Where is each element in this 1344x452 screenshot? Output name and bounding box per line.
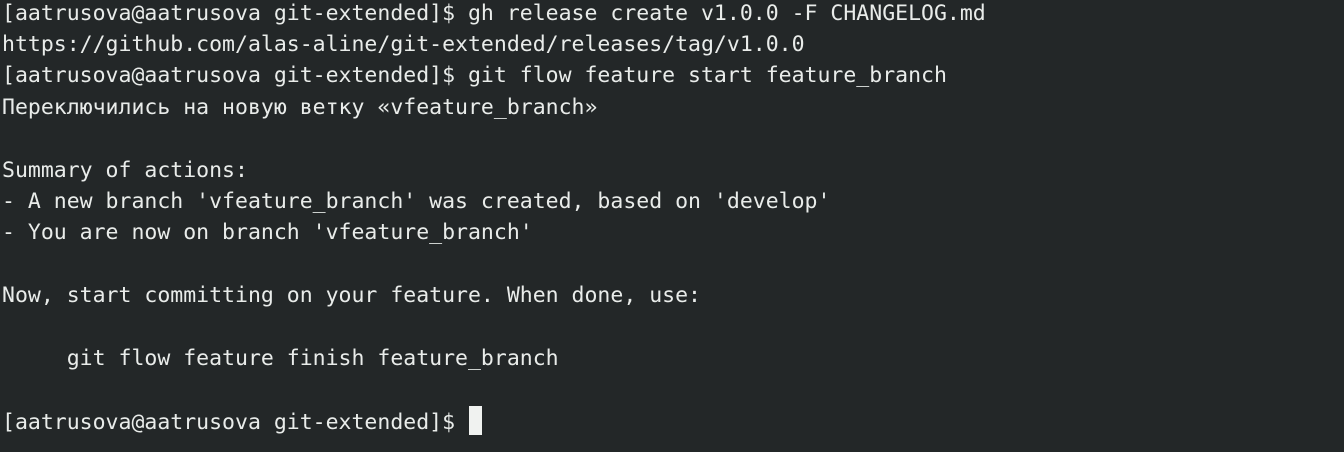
- terminal-prompt-line[interactable]: [aatrusova@aatrusova git-extended]$: [2, 406, 482, 437]
- terminal-line-release-url: https://github.com/alas-aline/git-extend…: [2, 32, 805, 57]
- terminal-line-instructions: Now, start committing on your feature. W…: [2, 283, 701, 308]
- terminal-line-summary-heading: Summary of actions:: [2, 158, 248, 183]
- text-cursor: [469, 406, 482, 435]
- terminal-line-summary-on-branch: - You are now on branch 'vfeature_branch…: [2, 220, 533, 245]
- terminal-line-command-release: [aatrusova@aatrusova git-extended]$ gh r…: [2, 1, 986, 26]
- prompt-text: [aatrusova@aatrusova git-extended]$: [2, 410, 468, 435]
- terminal-line-command-flow-start: [aatrusova@aatrusova git-extended]$ git …: [2, 63, 947, 88]
- terminal-window[interactable]: [aatrusova@aatrusova git-extended]$ gh r…: [0, 0, 1344, 452]
- terminal-line-switched-branch: Переключились на новую ветку «vfeature_b…: [2, 95, 598, 120]
- terminal-line-summary-created: - A new branch 'vfeature_branch' was cre…: [2, 189, 831, 214]
- terminal-line-finish-command: git flow feature finish feature_branch: [2, 346, 559, 371]
